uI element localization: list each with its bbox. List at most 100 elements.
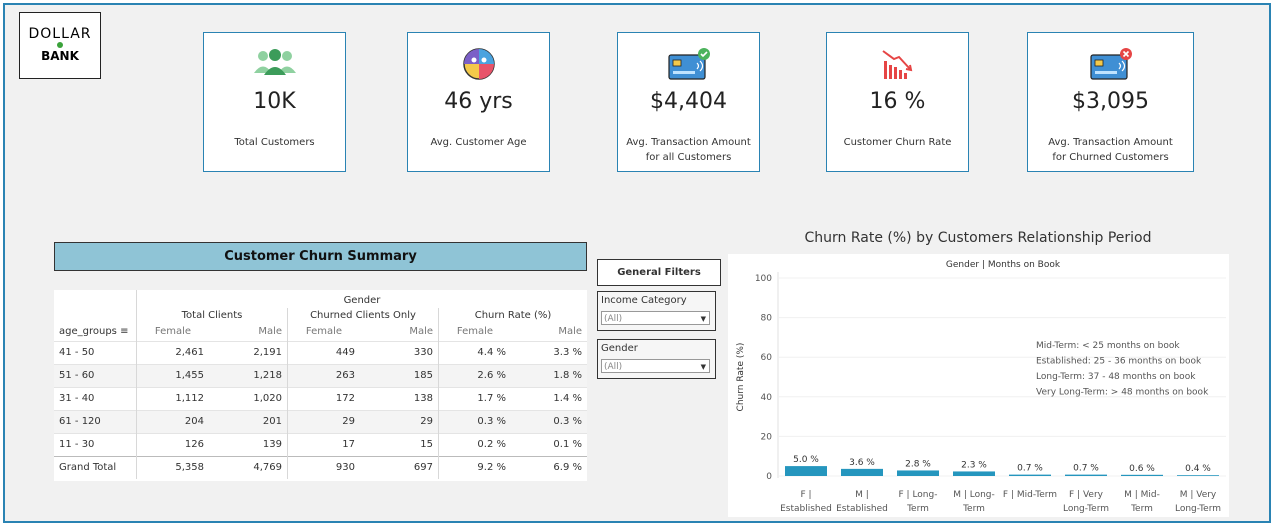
cell: 0.3 %: [438, 409, 511, 433]
col-female: Female: [136, 323, 209, 341]
cell: 0.1 %: [511, 432, 587, 456]
x-tick-label: Established: [836, 504, 888, 514]
header-gender: Gender: [136, 290, 587, 308]
y-tick-label: 0: [766, 472, 772, 482]
bar-data-label: 0.4 %: [1185, 464, 1211, 474]
gender-select[interactable]: (All) ▼: [601, 359, 710, 373]
cell: 172: [287, 386, 360, 410]
col-female: Female: [287, 323, 360, 341]
select-value: (All): [604, 314, 623, 324]
cell: 1.8 %: [511, 363, 587, 387]
legend-annotation: Mid-Term: < 25 months on book: [1036, 341, 1180, 351]
cell: 201: [209, 409, 288, 433]
col-male: Male: [558, 326, 582, 338]
kpi-value: 46 yrs: [444, 89, 513, 114]
bar-data-label: 2.3 %: [961, 460, 987, 470]
kpi-value: 10K: [253, 89, 296, 114]
chart-title: Churn Rate (%) by Customers Relationship…: [804, 230, 1152, 246]
general-filters-title: General Filters: [597, 259, 721, 286]
cell: 1,112: [136, 386, 209, 410]
sort-icon[interactable]: ≡: [120, 326, 128, 337]
summary-title: Customer Churn Summary: [54, 242, 587, 271]
income-category-select[interactable]: (All) ▼: [601, 311, 710, 325]
dollar-bank-logo: DOLLAR BANK: [19, 12, 101, 79]
kpi-label: Avg. Customer Age: [430, 137, 527, 148]
kpi-churn-rate: 16 % Customer Churn Rate: [826, 32, 969, 172]
cell: 1,455: [136, 363, 209, 387]
churn-rate-chart: Gender | Months on Book 0 20 40 60 80 100 Churn…: [728, 254, 1229, 517]
x-tick-label: M | Very: [1180, 490, 1217, 500]
logo-line1: DOLLAR: [28, 26, 92, 42]
cell: 6.9 %: [511, 455, 587, 479]
cell: 1.7 %: [438, 386, 511, 410]
bar: [841, 468, 883, 476]
x-tick-label: F | Long-: [899, 490, 938, 500]
cell-group: Grand Total: [54, 455, 137, 479]
declining-chart-icon: [827, 47, 968, 81]
col-female: Female: [438, 323, 511, 341]
x-tick-label: F |: [800, 490, 811, 500]
cell: 29: [360, 409, 439, 433]
cell: 15: [360, 432, 439, 456]
kpi-avg-age: 46 yrs Avg. Customer Age: [407, 32, 550, 172]
kpi-avg-transaction-churned: $3,095 Avg. Transaction Amount for Churn…: [1027, 32, 1194, 172]
filter-label: Income Category: [601, 295, 687, 306]
table-row: 51 - 60 1,455 1,218 263 185 2.6 % 1.8 %: [54, 363, 587, 387]
x-tick-label: M | Long-: [953, 490, 995, 500]
cell: 697: [360, 455, 439, 479]
y-tick-label: 100: [755, 274, 772, 284]
cell-group: 31 - 40: [54, 386, 137, 410]
bar-data-label: 2.8 %: [905, 459, 931, 469]
bar-data-label: 3.6 %: [849, 458, 875, 468]
cell: 5,358: [136, 455, 209, 479]
x-tick-label: F | Very: [1069, 490, 1104, 500]
x-tick-label: M |: [855, 490, 869, 500]
table-row: 61 - 120 204 201 29 29 0.3 % 0.3 %: [54, 409, 587, 433]
users-icon: [204, 47, 345, 81]
cell: 1,020: [209, 386, 288, 410]
y-axis-label: Churn Rate (%): [736, 343, 746, 412]
cell-group: 11 - 30: [54, 432, 137, 456]
cell: 330: [360, 340, 439, 364]
cell: 2,461: [136, 340, 209, 364]
cell: 2.6 %: [438, 363, 511, 387]
income-category-filter: Income Category (All) ▼: [597, 291, 716, 331]
cell: 9.2 %: [438, 455, 511, 479]
bar: [953, 471, 995, 476]
header-churned-only: Churned Clients Only: [287, 308, 439, 323]
bar: [1177, 475, 1219, 476]
table-total-row: Grand Total 5,358 4,769 930 697 9.2 % 6.…: [54, 455, 587, 479]
bar-data-label: 0.7 %: [1073, 464, 1099, 474]
age-icon: [408, 47, 549, 81]
age-groups-sort-header[interactable]: age_groups ≡: [54, 323, 137, 341]
x-tick-label: M | Mid-: [1124, 490, 1160, 500]
chevron-down-icon: ▼: [700, 315, 706, 323]
filter-label: Gender: [601, 343, 638, 354]
y-tick-label: 60: [761, 353, 773, 363]
kpi-avg-transaction-all: $4,404 Avg. Transaction Amount for all C…: [617, 32, 760, 172]
cell: 1,218: [209, 363, 288, 387]
cell: 930: [287, 455, 360, 479]
kpi-label: Avg. Transaction Amount for Churned Cust…: [1048, 137, 1173, 163]
kpi-label: Total Customers: [234, 137, 315, 148]
credit-card-check-icon: [618, 47, 759, 81]
legend-annotation: Very Long-Term: > 48 months on book: [1036, 388, 1209, 398]
bar-data-label: 0.6 %: [1129, 464, 1155, 474]
kpi-value: $3,095: [1072, 89, 1149, 114]
bar: [1009, 474, 1051, 476]
credit-card-cancel-icon: [1028, 47, 1193, 81]
logo-dot: [57, 42, 63, 48]
x-tick-label: F | Mid-Term: [1003, 490, 1057, 500]
cell-group: 61 - 120: [54, 409, 137, 433]
bar: [1065, 474, 1107, 476]
col-male: Male: [409, 326, 433, 338]
cell: 29: [287, 409, 360, 433]
cell: 4,769: [209, 455, 288, 479]
cell: 0.3 %: [511, 409, 587, 433]
cell: 2,191: [209, 340, 288, 364]
cell: 185: [360, 363, 439, 387]
legend-annotation: Established: 25 - 36 months on book: [1036, 357, 1202, 367]
cell: 263: [287, 363, 360, 387]
table-row: 11 - 30 126 139 17 15 0.2 % 0.1 %: [54, 432, 587, 456]
cell: 138: [360, 386, 439, 410]
